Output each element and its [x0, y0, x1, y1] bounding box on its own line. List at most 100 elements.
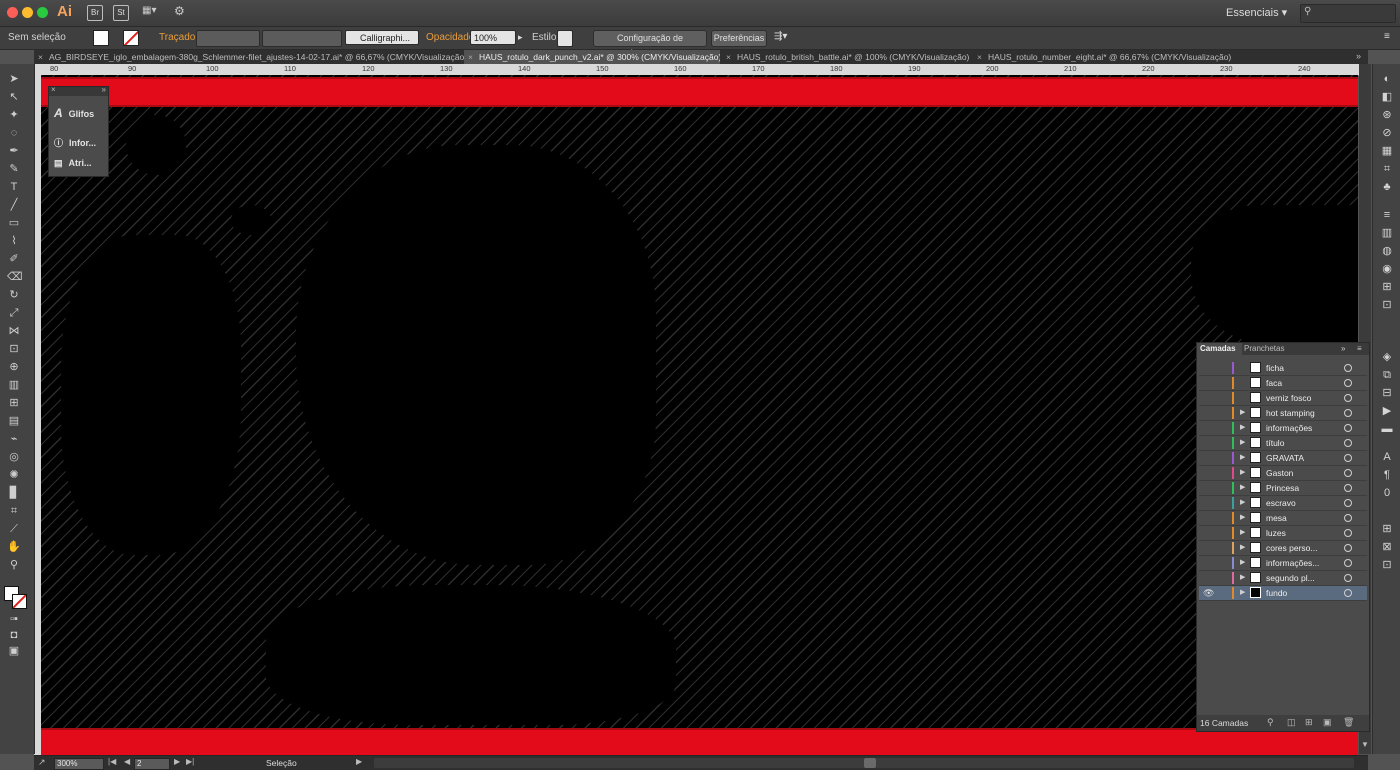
- tab-document-2[interactable]: × HAUS_rotulo_dark_punch_v2.ai* @ 300% (C…: [464, 50, 720, 64]
- hand-tool-icon[interactable]: ✋: [7, 540, 21, 554]
- bridge-icon[interactable]: Br: [87, 5, 103, 21]
- arrange-icon[interactable]: ⇶▾: [774, 31, 787, 42]
- next-artboard-icon[interactable]: ▶: [174, 757, 180, 766]
- layer-row-selected[interactable]: 👁 ▶ fundo: [1199, 586, 1367, 601]
- appearance-icon[interactable]: ◉: [1380, 262, 1394, 276]
- asset-export-icon[interactable]: ⊟: [1380, 386, 1394, 400]
- close-tab-icon[interactable]: ×: [977, 52, 982, 62]
- layer-row[interactable]: ▶ mesa: [1199, 511, 1367, 526]
- layer-target-icon[interactable]: [1344, 499, 1352, 507]
- layer-target-icon[interactable]: [1344, 544, 1352, 552]
- stroke-label[interactable]: Traçado:: [159, 32, 198, 43]
- expand-arrow-icon[interactable]: ▶: [1240, 451, 1245, 465]
- image-trace-icon[interactable]: ⊡: [1380, 558, 1394, 572]
- close-tab-icon[interactable]: ×: [38, 52, 43, 62]
- layer-target-icon[interactable]: [1344, 424, 1352, 432]
- layer-row[interactable]: ▶ cores perso...: [1199, 541, 1367, 556]
- panel-header[interactable]: ×»: [49, 85, 108, 96]
- color-mode-icon[interactable]: ▫▪: [7, 612, 21, 626]
- first-artboard-icon[interactable]: |◀: [108, 757, 116, 766]
- last-artboard-icon[interactable]: ▶|: [186, 757, 194, 766]
- close-tab-icon[interactable]: ×: [468, 52, 473, 62]
- minimize-window-button[interactable]: [22, 7, 33, 18]
- status-menu-icon[interactable]: ▶: [356, 757, 362, 766]
- brush-definition-select[interactable]: Calligraphi...: [345, 30, 419, 45]
- expand-arrow-icon[interactable]: ▶: [1240, 556, 1245, 570]
- opacity-arrow-icon[interactable]: ▸: [518, 32, 523, 43]
- shape-builder-tool-icon[interactable]: ⊕: [7, 360, 21, 374]
- rectangle-tool-icon[interactable]: ▭: [7, 216, 21, 230]
- artboards-icon[interactable]: ⧉: [1380, 368, 1394, 382]
- layer-row[interactable]: ▶ luzes: [1199, 526, 1367, 541]
- scroll-thumb[interactable]: [864, 758, 876, 768]
- search-input[interactable]: ⚲: [1300, 4, 1396, 23]
- layer-target-icon[interactable]: [1344, 394, 1352, 402]
- layer-target-icon[interactable]: [1344, 454, 1352, 462]
- tabs-overflow-icon[interactable]: »: [1356, 51, 1361, 61]
- line-segment-tool-icon[interactable]: ╱: [7, 198, 21, 212]
- layer-row[interactable]: ▶ Princesa: [1199, 481, 1367, 496]
- stroke-weight-field[interactable]: [196, 30, 260, 47]
- expand-arrow-icon[interactable]: ▶: [1240, 421, 1245, 435]
- shaper-tool-icon[interactable]: ✐: [7, 252, 21, 266]
- graphic-style-swatch[interactable]: [557, 30, 573, 47]
- layer-target-icon[interactable]: [1344, 364, 1352, 372]
- color-panel-icon[interactable]: ◐: [1380, 72, 1394, 86]
- transparency-icon[interactable]: ◍: [1380, 244, 1394, 258]
- color-guide-icon[interactable]: ◧: [1380, 90, 1394, 104]
- stroke-icon[interactable]: ≡: [1380, 208, 1394, 222]
- stock-icon[interactable]: St: [113, 5, 129, 21]
- rotate-tool-icon[interactable]: ↻: [7, 288, 21, 302]
- expand-arrow-icon[interactable]: ▶: [1240, 541, 1245, 555]
- layer-row[interactable]: ▶ informações...: [1199, 556, 1367, 571]
- selection-tool-icon[interactable]: ➤: [7, 72, 21, 86]
- blend-tool-icon[interactable]: ◎: [7, 450, 21, 464]
- stroke-swatch[interactable]: [123, 30, 139, 46]
- variable-width-profile[interactable]: [262, 30, 342, 47]
- close-window-button[interactable]: [7, 7, 18, 18]
- stroke-color-swatch[interactable]: [12, 594, 27, 609]
- tab-artboards[interactable]: Pranchetas: [1244, 343, 1284, 355]
- layer-row[interactable]: faca: [1199, 376, 1367, 391]
- attributes-panel-button[interactable]: ▤ Atri...: [54, 155, 92, 171]
- layer-row[interactable]: ▶ informações: [1199, 421, 1367, 436]
- layer-row[interactable]: ▶ segundo pl...: [1199, 571, 1367, 586]
- document-setup-button[interactable]: Configuração de documento: [593, 30, 707, 58]
- visibility-eye-icon[interactable]: 👁: [1203, 586, 1214, 600]
- eyedropper-tool-icon[interactable]: ⌁: [7, 432, 21, 446]
- layer-row[interactable]: ▶ GRAVATA: [1199, 451, 1367, 466]
- magic-wand-tool-icon[interactable]: ✦: [7, 108, 21, 122]
- close-panel-icon[interactable]: ×: [51, 85, 56, 94]
- layer-target-icon[interactable]: [1344, 469, 1352, 477]
- tab-layers[interactable]: Camadas: [1197, 343, 1242, 355]
- tab-document-3[interactable]: × HAUS_rotulo_british_battle.ai* @ 100% (…: [722, 50, 971, 64]
- previous-artboard-icon[interactable]: ◀: [124, 757, 130, 766]
- type-tool-icon[interactable]: T: [7, 180, 21, 194]
- direct-selection-tool-icon[interactable]: ↖: [7, 90, 21, 104]
- clipping-mask-icon[interactable]: ◫: [1287, 717, 1296, 728]
- artboard-number-field[interactable]: 2: [134, 758, 170, 770]
- layers-icon[interactable]: ◈: [1380, 350, 1394, 364]
- layer-row[interactable]: ficha: [1199, 361, 1367, 376]
- opacity-field[interactable]: 100%: [470, 30, 516, 45]
- layer-target-icon[interactable]: [1344, 514, 1352, 522]
- layer-target-icon[interactable]: [1344, 589, 1352, 597]
- drawing-mode-icon[interactable]: ◘: [7, 628, 21, 642]
- eraser-tool-icon[interactable]: ⌫: [7, 270, 23, 284]
- layer-target-icon[interactable]: [1344, 379, 1352, 387]
- panel-menu-icon[interactable]: ≡: [1357, 343, 1362, 355]
- free-transform-tool-icon[interactable]: ⊡: [7, 342, 21, 356]
- screen-mode-icon[interactable]: ▣: [7, 644, 21, 658]
- new-sublayer-icon[interactable]: ⊞: [1305, 717, 1313, 728]
- arrange-documents-icon[interactable]: ▦▾: [142, 5, 162, 19]
- perspective-grid-tool-icon[interactable]: ▥: [7, 378, 21, 392]
- curvature-tool-icon[interactable]: ✎: [7, 162, 21, 176]
- layer-row[interactable]: ▶ hot stamping: [1199, 406, 1367, 421]
- expand-arrow-icon[interactable]: ▶: [1240, 586, 1245, 600]
- expand-arrow-icon[interactable]: ▶: [1240, 526, 1245, 540]
- artboard-tool-icon[interactable]: ⌗: [7, 504, 21, 518]
- graphic-styles-icon[interactable]: ⊞: [1380, 280, 1394, 294]
- character-icon[interactable]: A: [1380, 450, 1394, 464]
- fill-swatch[interactable]: [93, 30, 109, 46]
- layer-target-icon[interactable]: [1344, 559, 1352, 567]
